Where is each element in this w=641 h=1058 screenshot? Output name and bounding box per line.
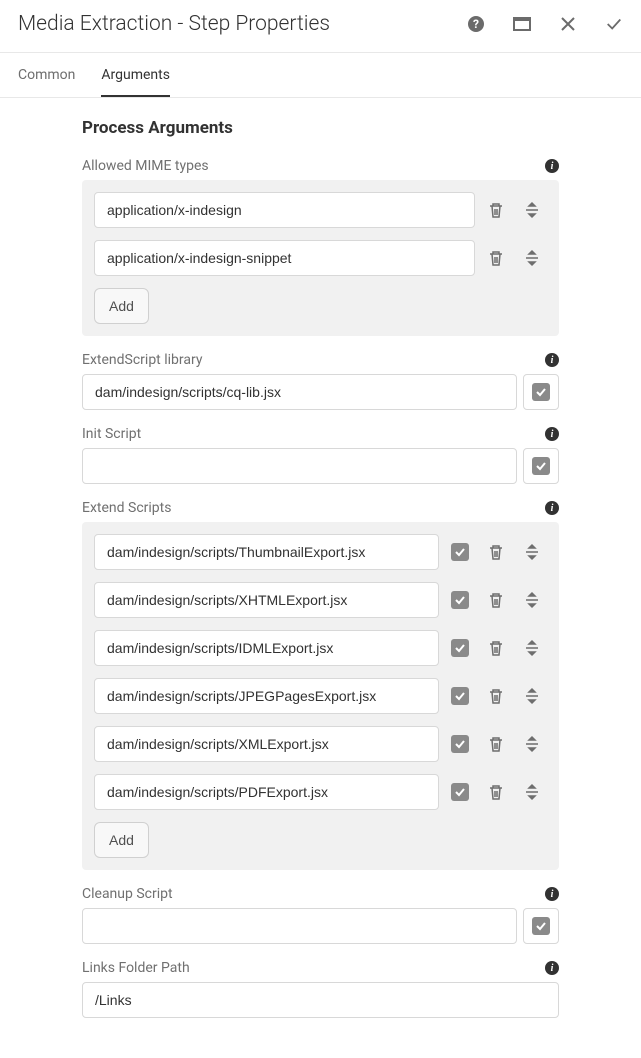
section-heading: Process Arguments <box>82 118 559 138</box>
reorder-icon[interactable] <box>517 243 547 273</box>
extend-script-toggle[interactable] <box>445 729 475 759</box>
extend-scripts-label: Extend Scripts <box>82 500 171 516</box>
dialog-header: Media Extraction - Step Properties ? <box>0 0 641 53</box>
delete-icon[interactable] <box>481 585 511 615</box>
extendscript-library-toggle[interactable] <box>523 374 559 410</box>
fullscreen-icon[interactable] <box>513 15 531 33</box>
delete-icon[interactable] <box>481 243 511 273</box>
close-icon[interactable] <box>559 15 577 33</box>
delete-icon[interactable] <box>481 633 511 663</box>
extend-script-row <box>94 726 547 762</box>
extend-script-toggle[interactable] <box>445 585 475 615</box>
extend-script-toggle[interactable] <box>445 681 475 711</box>
reorder-icon[interactable] <box>517 777 547 807</box>
field-extend-scripts: Extend Scripts i <box>82 498 559 870</box>
cleanup-script-label: Cleanup Script <box>82 886 173 902</box>
reorder-icon[interactable] <box>517 681 547 711</box>
extend-script-input[interactable] <box>94 774 439 810</box>
confirm-icon[interactable] <box>605 15 623 33</box>
extend-script-input[interactable] <box>94 630 439 666</box>
info-icon[interactable]: i <box>545 159 559 173</box>
reorder-icon[interactable] <box>517 537 547 567</box>
mime-types-container: Add <box>82 180 559 336</box>
reorder-icon[interactable] <box>517 195 547 225</box>
dialog-title: Media Extraction - Step Properties <box>18 12 330 36</box>
extendscript-library-input[interactable] <box>82 374 517 410</box>
tab-common[interactable]: Common <box>18 53 75 97</box>
extend-script-toggle[interactable] <box>445 777 475 807</box>
delete-icon[interactable] <box>481 195 511 225</box>
extend-script-input[interactable] <box>94 582 439 618</box>
reorder-icon[interactable] <box>517 633 547 663</box>
links-folder-path-label: Links Folder Path <box>82 960 190 976</box>
extend-script-toggle[interactable] <box>445 537 475 567</box>
header-actions: ? <box>467 15 623 33</box>
field-links-folder-path: Links Folder Path i <box>82 958 559 1018</box>
delete-icon[interactable] <box>481 681 511 711</box>
svg-text:?: ? <box>473 17 479 31</box>
delete-icon[interactable] <box>481 777 511 807</box>
add-extend-script-button[interactable]: Add <box>94 822 149 858</box>
extend-script-input[interactable] <box>94 678 439 714</box>
field-extendscript-library: ExtendScript library i <box>82 350 559 410</box>
delete-icon[interactable] <box>481 537 511 567</box>
init-script-input[interactable] <box>82 448 517 484</box>
info-icon[interactable]: i <box>545 353 559 367</box>
extend-script-toggle[interactable] <box>445 633 475 663</box>
info-icon[interactable]: i <box>545 427 559 441</box>
extend-scripts-container: Add <box>82 522 559 870</box>
cleanup-script-input[interactable] <box>82 908 517 944</box>
info-icon[interactable]: i <box>545 887 559 901</box>
mime-type-input[interactable] <box>94 192 475 228</box>
extend-script-row <box>94 582 547 618</box>
tab-bar: Common Arguments <box>0 53 641 98</box>
links-folder-path-input[interactable] <box>82 982 559 1018</box>
init-script-toggle[interactable] <box>523 448 559 484</box>
info-icon[interactable]: i <box>545 501 559 515</box>
reorder-icon[interactable] <box>517 729 547 759</box>
field-init-script: Init Script i <box>82 424 559 484</box>
mime-type-row <box>94 192 547 228</box>
extendscript-library-label: ExtendScript library <box>82 352 202 368</box>
add-mime-type-button[interactable]: Add <box>94 288 149 324</box>
extend-script-row <box>94 630 547 666</box>
reorder-icon[interactable] <box>517 585 547 615</box>
field-cleanup-script: Cleanup Script i <box>82 884 559 944</box>
info-icon[interactable]: i <box>545 961 559 975</box>
content-area: Process Arguments Allowed MIME types i <box>0 98 641 1058</box>
extend-script-row <box>94 534 547 570</box>
delete-icon[interactable] <box>481 729 511 759</box>
extend-script-row <box>94 774 547 810</box>
mime-type-input[interactable] <box>94 240 475 276</box>
init-script-label: Init Script <box>82 426 141 442</box>
help-icon[interactable]: ? <box>467 15 485 33</box>
tab-arguments[interactable]: Arguments <box>101 53 170 97</box>
extend-script-row <box>94 678 547 714</box>
extend-script-input[interactable] <box>94 534 439 570</box>
mime-type-row <box>94 240 547 276</box>
cleanup-script-toggle[interactable] <box>523 908 559 944</box>
extend-script-input[interactable] <box>94 726 439 762</box>
field-mime-types: Allowed MIME types i <box>82 156 559 336</box>
mime-types-label: Allowed MIME types <box>82 158 209 174</box>
